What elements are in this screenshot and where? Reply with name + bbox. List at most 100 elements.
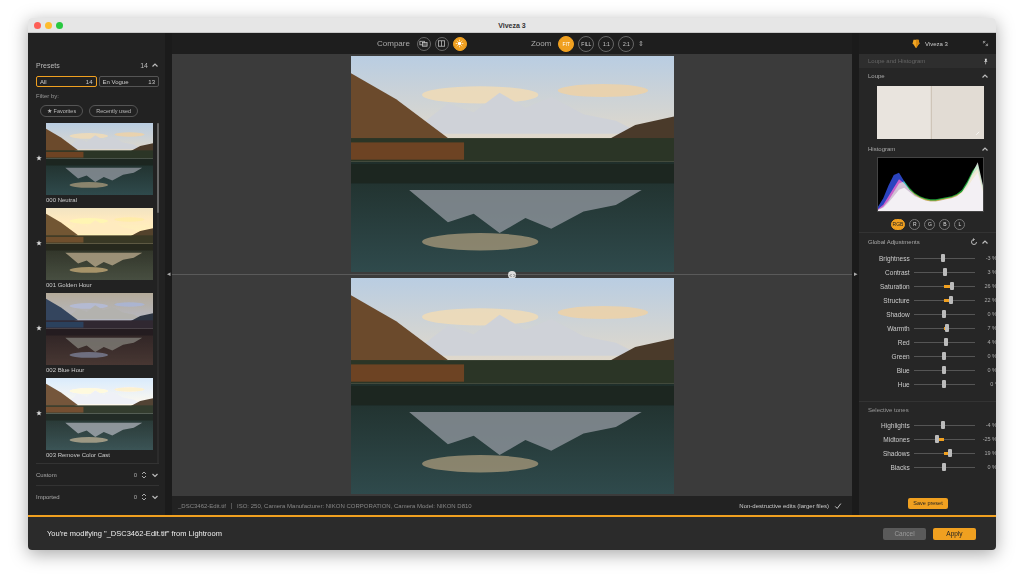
option-checkbox[interactable] [834, 502, 842, 510]
slider-track[interactable] [914, 268, 975, 276]
channel-button[interactable]: R [909, 219, 920, 230]
split-divider[interactable] [172, 272, 852, 278]
collapse-left-button[interactable]: ◂ [167, 270, 171, 278]
slider-label: Blacks [868, 464, 910, 471]
reset-icon[interactable] [970, 238, 978, 246]
loupe-chevron-icon[interactable] [981, 72, 989, 80]
minimize-icon[interactable] [45, 22, 52, 29]
slider-knob[interactable] [944, 338, 948, 346]
channel-button[interactable]: G [924, 219, 935, 230]
section-label: Imported [36, 494, 60, 500]
option-label: Non-destructive edits (larger files) [739, 503, 829, 509]
slider-track[interactable] [914, 449, 975, 457]
slider-row: Shadows 19 % [859, 446, 996, 460]
collapse-right-button[interactable]: ▸ [854, 270, 858, 278]
slider-track[interactable] [914, 282, 975, 290]
compare-button[interactable] [453, 37, 467, 51]
file-metadata: ISO: 250, Camera Manufacturer: NIKON COR… [237, 503, 739, 509]
slider-track[interactable] [914, 463, 975, 471]
expand-chevron-icon[interactable] [151, 471, 159, 479]
eyedropper-icon[interactable] [975, 130, 981, 136]
filter-tab[interactable]: All14 [36, 76, 97, 87]
zoom-button[interactable]: FILL [578, 36, 594, 52]
filter-tab[interactable]: En Vogue13 [99, 76, 160, 87]
zoom-button[interactable]: FIT [558, 36, 574, 52]
slider-row: Saturation 26 % [859, 279, 996, 293]
preset-thumbnail-photo [46, 378, 153, 450]
slider-knob[interactable] [941, 421, 945, 429]
compare-button[interactable] [435, 37, 449, 51]
non-destructive-option[interactable]: Non-destructive edits (larger files) [739, 502, 842, 510]
collapse-chevron-icon[interactable] [151, 61, 159, 69]
filter-button[interactable]: Recently used [89, 105, 138, 117]
slider-track[interactable] [914, 310, 975, 318]
histogram-chevron-icon[interactable] [981, 145, 989, 153]
favorite-star-icon[interactable] [36, 325, 42, 331]
sort-icon[interactable] [140, 493, 148, 501]
slider-knob[interactable] [948, 449, 952, 457]
preset-list: 000 Neutral 001 Golden Hour 002 Blue Hou… [36, 123, 159, 463]
channel-button[interactable]: B [939, 219, 950, 230]
zoom-button[interactable]: 2:1 [618, 36, 634, 52]
preset-thumbnail-photo [46, 123, 153, 195]
section-count: 0 [134, 494, 137, 500]
histogram-chart [877, 157, 984, 212]
slider-knob[interactable] [942, 463, 946, 471]
slider-track[interactable] [914, 421, 975, 429]
collapse-panel-icon[interactable] [982, 40, 989, 47]
slider-knob[interactable] [942, 310, 946, 318]
footer-button[interactable]: Cancel [883, 528, 926, 540]
preset-item[interactable]: 002 Blue Hour [36, 293, 153, 378]
slider-knob[interactable] [941, 254, 945, 262]
preset-section[interactable]: Custom 0 [36, 463, 159, 485]
channel-button[interactable]: RGB [891, 219, 906, 230]
channel-button[interactable]: L [954, 219, 965, 230]
scrollbar[interactable] [157, 123, 159, 463]
slider-knob[interactable] [943, 268, 947, 276]
compare-button[interactable] [417, 37, 431, 51]
slider-track[interactable] [914, 366, 975, 374]
preset-item[interactable]: 000 Neutral [36, 123, 153, 208]
slider-knob[interactable] [942, 380, 946, 388]
slider-knob[interactable] [935, 435, 939, 443]
slider-knob[interactable] [942, 352, 946, 360]
zoom-stepper[interactable]: ⇕ [638, 40, 644, 48]
slider-row: Structure 22 % [859, 293, 996, 307]
expand-chevron-icon[interactable] [151, 493, 159, 501]
filter-button[interactable]: ★ Favorites [40, 105, 83, 117]
slider-track[interactable] [914, 435, 975, 443]
slider-track[interactable] [914, 352, 975, 360]
slider-label: Blue [868, 367, 910, 374]
slider-value: 0 % [979, 353, 996, 359]
footer-button[interactable]: Apply [933, 528, 976, 540]
slider-knob[interactable] [942, 366, 946, 374]
global-chevron-icon[interactable] [981, 238, 989, 246]
slider-row: Green 0 % [859, 349, 996, 363]
divider-handle-icon[interactable] [508, 271, 516, 279]
zoom-icon[interactable] [56, 22, 63, 29]
slider-track[interactable] [914, 254, 975, 262]
slider-track[interactable] [914, 338, 975, 346]
slider-knob[interactable] [945, 324, 949, 332]
preset-section[interactable]: Imported 0 [36, 485, 159, 507]
sort-icon[interactable] [140, 471, 148, 479]
favorite-star-icon[interactable] [36, 155, 42, 161]
pin-icon[interactable] [982, 58, 989, 65]
preset-item[interactable]: 003 Remove Color Cast [36, 378, 153, 463]
presets-title: Presets [36, 62, 60, 69]
slider-track[interactable] [914, 324, 975, 332]
preset-item[interactable]: 001 Golden Hour [36, 208, 153, 293]
slider-knob[interactable] [950, 282, 954, 290]
slider-track[interactable] [914, 296, 975, 304]
slider-track[interactable] [914, 380, 975, 388]
close-icon[interactable] [34, 22, 41, 29]
slider-knob[interactable] [949, 296, 953, 304]
preset-name: 002 Blue Hour [46, 365, 153, 376]
zoom-button[interactable]: 1:1 [598, 36, 614, 52]
favorite-star-icon[interactable] [36, 240, 42, 246]
selective-tones-header: Selective tones [859, 401, 996, 418]
toolbar: Compare Zoom FITFILL1:12:1 ⇕ [172, 33, 852, 54]
save-preset-button[interactable]: Save preset [908, 498, 947, 509]
before-photo [351, 56, 674, 272]
favorite-star-icon[interactable] [36, 410, 42, 416]
